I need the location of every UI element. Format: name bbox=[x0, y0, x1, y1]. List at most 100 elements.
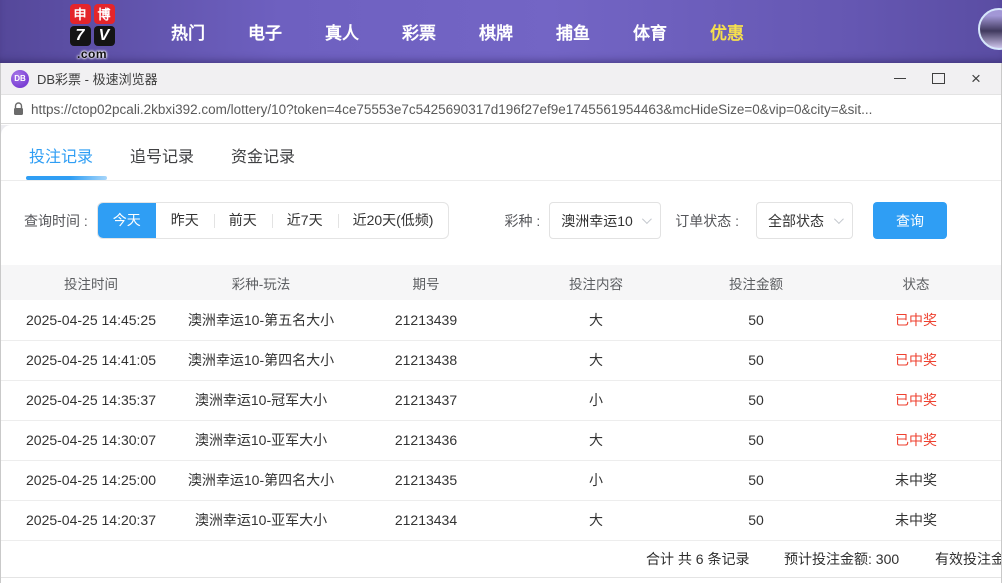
record-tabs: 投注记录 追号记录 资金记录 bbox=[1, 125, 1001, 181]
cell-bet-amount: 50 bbox=[681, 500, 831, 540]
bet-records-table: 投注时间 彩种-玩法 期号 投注内容 投注金额 状态 2025-04-25 14… bbox=[1, 265, 1001, 541]
cell-bet-time: 2025-04-25 14:35:37 bbox=[1, 380, 181, 420]
col-header-bet-time: 投注时间 bbox=[1, 265, 181, 300]
cell-bet-time: 2025-04-25 14:45:25 bbox=[1, 300, 181, 340]
cell-game-play: 澳洲幸运10-第四名大小 bbox=[181, 340, 341, 380]
cell-game-play: 澳洲幸运10-第五名大小 bbox=[181, 300, 341, 340]
site-navbar: 申 博 7 V .com 热门 电子 真人 彩票 棋牌 捕鱼 体育 优惠 bbox=[0, 0, 1002, 63]
footer-valid-amount: 有效投注金额: bbox=[935, 541, 1001, 578]
cell-bet-content: 大 bbox=[511, 340, 681, 380]
cell-status: 已中奖 bbox=[831, 340, 1001, 380]
window-controls: × bbox=[893, 72, 991, 86]
nav-menu-item[interactable]: 捕鱼 bbox=[541, 19, 605, 44]
time-range-option[interactable]: 近20天(低频) bbox=[338, 203, 449, 238]
site-nav-menu: 热门 电子 真人 彩票 棋牌 捕鱼 体育 优惠 bbox=[156, 19, 772, 44]
cell-status: 已中奖 bbox=[831, 300, 1001, 340]
nav-menu-item[interactable]: 棋牌 bbox=[464, 19, 528, 44]
nav-menu-item[interactable]: 彩票 bbox=[387, 19, 451, 44]
cell-bet-content: 小 bbox=[511, 380, 681, 420]
time-filter-label: 查询时间 : bbox=[24, 211, 88, 231]
table-row: 2025-04-25 14:20:37 澳洲幸运10-亚军大小 21213434… bbox=[1, 500, 1001, 540]
time-range-option[interactable]: 今天 bbox=[98, 203, 156, 238]
logo-com-text: .com bbox=[77, 48, 107, 60]
table-row: 2025-04-25 14:41:05 澳洲幸运10-第四名大小 2121343… bbox=[1, 340, 1001, 380]
cell-issue: 21213439 bbox=[341, 300, 511, 340]
lottery-filter-label: 彩种 : bbox=[504, 211, 540, 231]
record-tab[interactable]: 资金记录 bbox=[231, 143, 295, 180]
table-header-row: 投注时间 彩种-玩法 期号 投注内容 投注金额 状态 bbox=[1, 265, 1001, 300]
cell-bet-content: 大 bbox=[511, 300, 681, 340]
cell-bet-amount: 50 bbox=[681, 420, 831, 460]
time-range-option[interactable]: 前天 bbox=[214, 203, 272, 238]
logo-tile-7: 7 bbox=[70, 26, 91, 46]
lock-icon bbox=[13, 102, 24, 116]
cell-status: 未中奖 bbox=[831, 500, 1001, 540]
cell-bet-time: 2025-04-25 14:20:37 bbox=[1, 500, 181, 540]
cell-status: 未中奖 bbox=[831, 460, 1001, 500]
lottery-select[interactable]: 澳洲幸运10 bbox=[549, 202, 661, 239]
logo-top-row: 申 博 bbox=[70, 4, 115, 26]
col-header-bet-amount: 投注金额 bbox=[681, 265, 831, 300]
cell-status: 已中奖 bbox=[831, 420, 1001, 460]
cell-bet-amount: 50 bbox=[681, 340, 831, 380]
nav-menu-item[interactable]: 体育 bbox=[618, 19, 682, 44]
window-title: DB彩票 - 极速浏览器 bbox=[37, 69, 158, 88]
cell-bet-content: 大 bbox=[511, 500, 681, 540]
col-header-issue: 期号 bbox=[341, 265, 511, 300]
maximize-icon[interactable] bbox=[931, 72, 945, 86]
logo-tile-v: V bbox=[94, 26, 115, 46]
site-logo[interactable]: 申 博 7 V .com bbox=[64, 4, 120, 60]
cell-issue: 21213436 bbox=[341, 420, 511, 460]
page-background: 投注记录 追号记录 资金记录 查询时间 : 今天 昨天 前天 bbox=[1, 125, 1001, 583]
minimize-icon[interactable] bbox=[893, 72, 907, 86]
record-tab[interactable]: 追号记录 bbox=[130, 143, 194, 180]
nav-menu-item[interactable]: 电子 bbox=[233, 19, 297, 44]
time-range-group: 今天 昨天 前天 近7天 近20天(低频) bbox=[97, 202, 450, 239]
cell-issue: 21213434 bbox=[341, 500, 511, 540]
time-range-option[interactable]: 近7天 bbox=[272, 203, 338, 238]
table-row: 2025-04-25 14:25:00 澳洲幸运10-第四名大小 2121343… bbox=[1, 460, 1001, 500]
nav-menu-item[interactable]: 优惠 bbox=[695, 19, 759, 44]
time-range-option[interactable]: 昨天 bbox=[156, 203, 214, 238]
nav-menu-item[interactable]: 热门 bbox=[156, 19, 220, 44]
floating-service-widget[interactable] bbox=[978, 8, 1002, 50]
table-row: 2025-04-25 14:45:25 澳洲幸运10-第五名大小 2121343… bbox=[1, 300, 1001, 340]
cell-bet-amount: 50 bbox=[681, 300, 831, 340]
browser-window: DB DB彩票 - 极速浏览器 × https://ctop02pcali.2k… bbox=[0, 63, 1002, 583]
content-panel: 投注记录 追号记录 资金记录 查询时间 : 今天 昨天 前天 bbox=[1, 125, 1001, 583]
cell-bet-content: 小 bbox=[511, 460, 681, 500]
browser-url-bar[interactable]: https://ctop02pcali.2kbxi392.com/lottery… bbox=[1, 95, 1001, 124]
nav-menu-item[interactable]: 真人 bbox=[310, 19, 374, 44]
cell-bet-amount: 50 bbox=[681, 460, 831, 500]
table-row: 2025-04-25 14:30:07 澳洲幸运10-亚军大小 21213436… bbox=[1, 420, 1001, 460]
chevron-down-icon bbox=[642, 214, 652, 224]
cell-bet-amount: 50 bbox=[681, 380, 831, 420]
col-header-bet-content: 投注内容 bbox=[511, 265, 681, 300]
cell-bet-content: 大 bbox=[511, 420, 681, 460]
table-footer: 合计 共 6 条记录 预计投注金额: 300 有效投注金额: bbox=[1, 541, 1001, 578]
browser-title-bar: DB DB彩票 - 极速浏览器 × bbox=[1, 63, 1001, 95]
table-body: 2025-04-25 14:45:25 澳洲幸运10-第五名大小 2121343… bbox=[1, 300, 1001, 540]
status-select-value: 全部状态 bbox=[768, 211, 824, 231]
cell-bet-time: 2025-04-25 14:30:07 bbox=[1, 420, 181, 460]
logo-tile-bo: 博 bbox=[94, 4, 115, 24]
footer-total-records: 合计 共 6 条记录 bbox=[646, 541, 749, 578]
cell-bet-time: 2025-04-25 14:25:00 bbox=[1, 460, 181, 500]
record-tab[interactable]: 投注记录 bbox=[29, 143, 93, 180]
app-icon: DB bbox=[11, 70, 29, 88]
cell-issue: 21213437 bbox=[341, 380, 511, 420]
col-header-game-play: 彩种-玩法 bbox=[181, 265, 341, 300]
close-icon[interactable]: × bbox=[969, 72, 983, 86]
status-filter-label: 订单状态 : bbox=[675, 211, 739, 231]
search-button[interactable]: 查询 bbox=[873, 202, 947, 239]
order-status-select[interactable]: 全部状态 bbox=[756, 202, 853, 239]
cell-game-play: 澳洲幸运10-亚军大小 bbox=[181, 420, 341, 460]
chevron-down-icon bbox=[834, 214, 844, 224]
cell-issue: 21213435 bbox=[341, 460, 511, 500]
filter-bar: 查询时间 : 今天 昨天 前天 近7天 近20天(低频) 彩种 : bbox=[24, 202, 1001, 239]
cell-game-play: 澳洲幸运10-第四名大小 bbox=[181, 460, 341, 500]
logo-mid-row: 7 V bbox=[70, 26, 115, 48]
cell-game-play: 澳洲幸运10-亚军大小 bbox=[181, 500, 341, 540]
cell-game-play: 澳洲幸运10-冠军大小 bbox=[181, 380, 341, 420]
cell-status: 已中奖 bbox=[831, 380, 1001, 420]
